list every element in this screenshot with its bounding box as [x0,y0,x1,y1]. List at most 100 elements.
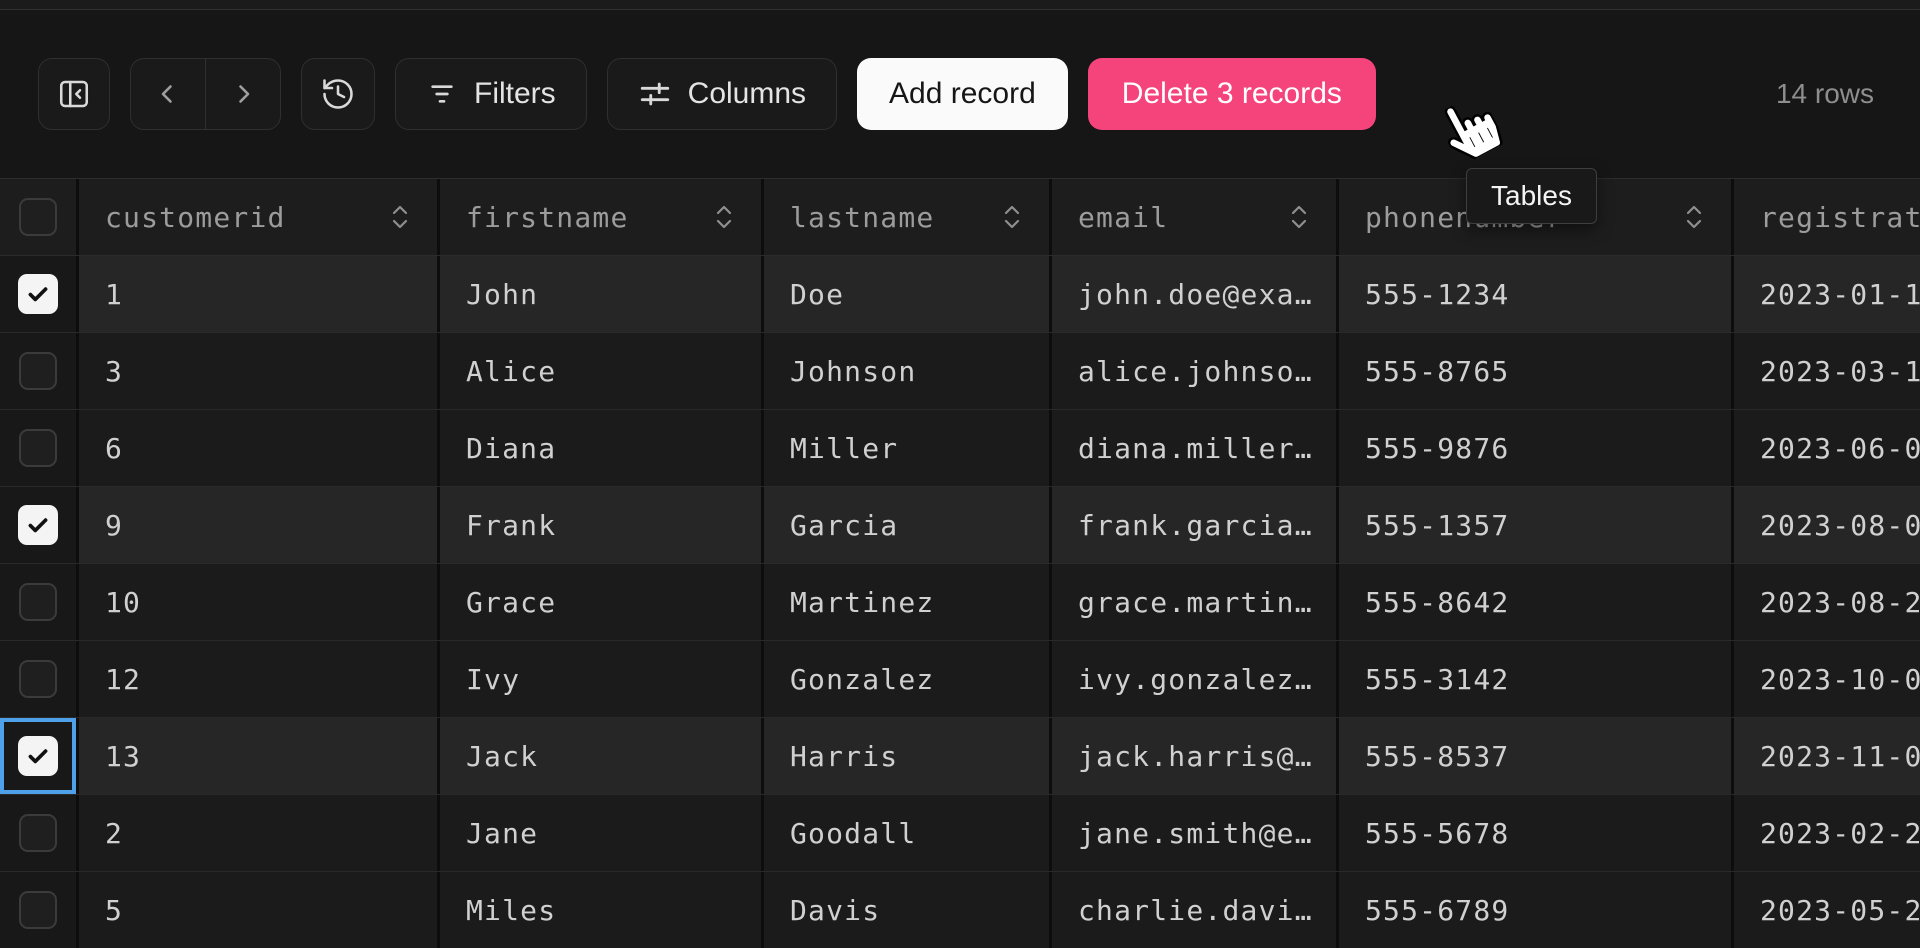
columns-button-label: Columns [688,77,806,111]
row-checkbox[interactable] [19,891,57,929]
cell-email[interactable]: jane.smith@e… [1049,795,1336,871]
cell-registrationdate[interactable]: 2023-02-2 [1731,795,1920,871]
cell-firstname[interactable]: Alice [437,333,761,409]
row-checkbox[interactable] [19,660,57,698]
cell-email[interactable]: diana.miller… [1049,410,1336,486]
row-checkbox[interactable] [19,352,57,390]
cell-lastname[interactable]: Johnson [761,333,1049,409]
cell-customerid[interactable]: 5 [76,872,437,948]
cell-registrationdate[interactable]: 2023-01-1 [1731,256,1920,332]
row-select-cell [0,872,76,948]
table-row[interactable]: 2JaneGoodalljane.smith@e…555-56782023-02… [0,795,1920,872]
filters-button[interactable]: Filters [395,58,587,130]
column-header-firstname[interactable]: firstname [437,179,761,255]
cell-registrationdate[interactable]: 2023-05-2 [1731,872,1920,948]
cell-registrationdate[interactable]: 2023-10-0 [1731,641,1920,717]
row-checkbox[interactable] [19,583,57,621]
cell-customerid[interactable]: 13 [76,718,437,794]
cell-email[interactable]: charlie.davi… [1049,872,1336,948]
cell-lastname[interactable]: Davis [761,872,1049,948]
cell-customerid[interactable]: 6 [76,410,437,486]
column-header-customerid[interactable]: customerid [76,179,437,255]
select-all-cell [0,179,76,255]
toolbar: Filters Columns Add record Delete 3 reco… [0,10,1920,178]
table-row[interactable]: 13JackHarrisjack.harris@…555-85372023-11… [0,718,1920,795]
back-button[interactable] [131,59,206,129]
cell-firstname[interactable]: Miles [437,872,761,948]
sort-icon[interactable] [387,202,413,232]
table-row[interactable]: 9FrankGarciafrank.garcia…555-13572023-08… [0,487,1920,564]
delete-records-button[interactable]: Delete 3 records [1088,58,1376,130]
cell-customerid[interactable]: 12 [76,641,437,717]
row-checkbox[interactable] [18,274,58,314]
history-icon [320,76,356,112]
cell-lastname[interactable]: Goodall [761,795,1049,871]
cell-firstname[interactable]: Ivy [437,641,761,717]
sort-icon[interactable] [999,202,1025,232]
cell-phonenumber[interactable]: 555-6789 [1336,872,1731,948]
column-header-registrationdate[interactable]: registrat [1731,179,1920,255]
cell-lastname[interactable]: Doe [761,256,1049,332]
add-record-button-label: Add record [889,77,1036,111]
cell-firstname[interactable]: Grace [437,564,761,640]
table-row[interactable]: 6DianaMillerdiana.miller…555-98762023-06… [0,410,1920,487]
cell-email[interactable]: grace.martin… [1049,564,1336,640]
table-body: 1JohnDoejohn.doe@exa…555-12342023-01-1 3… [0,256,1920,948]
cell-email[interactable]: frank.garcia… [1049,487,1336,563]
sort-icon[interactable] [1681,202,1707,232]
cell-firstname[interactable]: Frank [437,487,761,563]
cell-phonenumber[interactable]: 555-8765 [1336,333,1731,409]
cell-customerid[interactable]: 1 [76,256,437,332]
cell-phonenumber[interactable]: 555-3142 [1336,641,1731,717]
table-row[interactable]: 12IvyGonzalezivy.gonzalez…555-31422023-1… [0,641,1920,718]
cell-lastname[interactable]: Gonzalez [761,641,1049,717]
cell-registrationdate[interactable]: 2023-08-0 [1731,487,1920,563]
sidebar-toggle-button[interactable] [38,58,110,130]
cell-phonenumber[interactable]: 555-8642 [1336,564,1731,640]
table-row[interactable]: 5MilesDavischarlie.davi…555-67892023-05-… [0,872,1920,948]
cell-firstname[interactable]: Diana [437,410,761,486]
row-checkbox[interactable] [18,736,58,776]
cell-phonenumber[interactable]: 555-5678 [1336,795,1731,871]
refresh-history-button[interactable] [301,58,375,130]
cell-customerid[interactable]: 10 [76,564,437,640]
cell-phonenumber[interactable]: 555-1357 [1336,487,1731,563]
row-checkbox[interactable] [19,429,57,467]
cell-email[interactable]: ivy.gonzalez… [1049,641,1336,717]
cell-phonenumber[interactable]: 555-8537 [1336,718,1731,794]
select-all-checkbox[interactable] [19,198,57,236]
sort-icon[interactable] [711,202,737,232]
table-row[interactable]: 10GraceMartinezgrace.martin…555-86422023… [0,564,1920,641]
sort-icon[interactable] [1286,202,1312,232]
row-select-cell [0,641,76,717]
cell-customerid[interactable]: 9 [76,487,437,563]
cell-firstname[interactable]: Jack [437,718,761,794]
forward-button[interactable] [206,59,280,129]
columns-button[interactable]: Columns [607,58,837,130]
cell-lastname[interactable]: Garcia [761,487,1049,563]
row-checkbox[interactable] [18,505,58,545]
table-row[interactable]: 1JohnDoejohn.doe@exa…555-12342023-01-1 [0,256,1920,333]
cell-customerid[interactable]: 2 [76,795,437,871]
row-checkbox[interactable] [19,814,57,852]
cell-email[interactable]: john.doe@exa… [1049,256,1336,332]
cell-email[interactable]: alice.johnso… [1049,333,1336,409]
cell-registrationdate[interactable]: 2023-08-2 [1731,564,1920,640]
table-row[interactable]: 3AliceJohnsonalice.johnso…555-87652023-0… [0,333,1920,410]
cell-customerid[interactable]: 3 [76,333,437,409]
cell-email[interactable]: jack.harris@… [1049,718,1336,794]
cell-firstname[interactable]: John [437,256,761,332]
cell-phonenumber[interactable]: 555-1234 [1336,256,1731,332]
cell-registrationdate[interactable]: 2023-11-0 [1731,718,1920,794]
cell-registrationdate[interactable]: 2023-03-1 [1731,333,1920,409]
column-header-email[interactable]: email [1049,179,1336,255]
cell-lastname[interactable]: Martinez [761,564,1049,640]
cell-lastname[interactable]: Harris [761,718,1049,794]
cell-firstname[interactable]: Jane [437,795,761,871]
cell-lastname[interactable]: Miller [761,410,1049,486]
cell-phonenumber[interactable]: 555-9876 [1336,410,1731,486]
column-header-label: firstname [466,201,629,234]
column-header-lastname[interactable]: lastname [761,179,1049,255]
cell-registrationdate[interactable]: 2023-06-0 [1731,410,1920,486]
add-record-button[interactable]: Add record [857,58,1068,130]
